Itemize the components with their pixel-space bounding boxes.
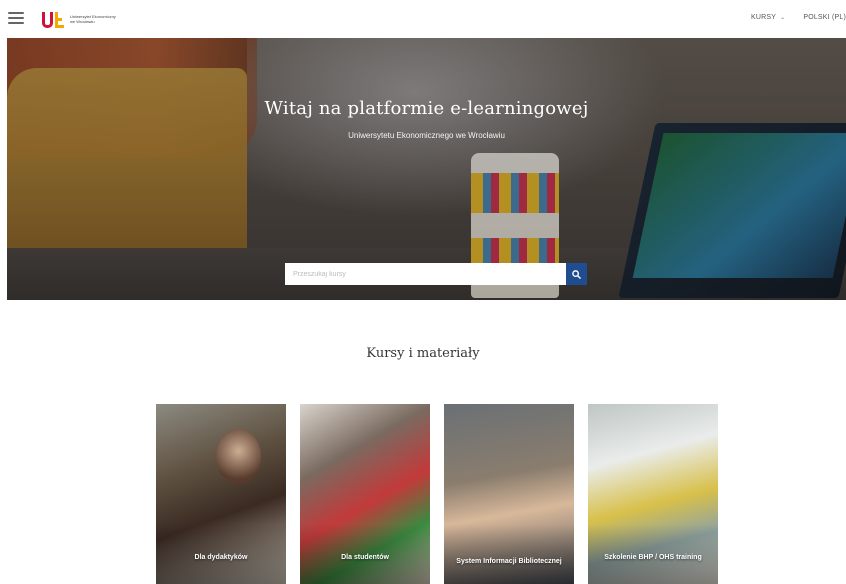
course-search-input[interactable] [285,263,567,285]
ue-logo-mark [42,10,64,28]
nav-courses-dropdown[interactable]: KURSY ⌄ [751,14,785,21]
menu-icon[interactable] [8,12,24,25]
search-button[interactable] [566,263,587,285]
card-label: Dla dydaktyków [194,554,248,561]
top-navbar: Uniwersytet Ekonomiczny we Wrocławiu KUR… [0,0,846,38]
card-library-system[interactable]: System Informacji Bibliotecznej [444,404,574,584]
course-search [285,263,587,285]
section-title: Kursy i materiały [366,346,480,361]
hero-title: Witaj na platformie e-learningowej [264,98,589,119]
card-ohs-training[interactable]: Szkolenie BHP / OHS training [588,404,718,584]
search-icon [572,269,581,279]
course-cards: Dla dydaktyków Dla studentów System Info… [156,404,732,584]
hero-banner: Witaj na platformie e-learningowej Uniwe… [7,38,846,300]
card-label: Dla studentów [341,554,389,561]
chevron-down-icon: ⌄ [780,15,786,21]
card-for-students[interactable]: Dla studentów [300,404,430,584]
card-label: System Informacji Bibliotecznej [456,558,562,565]
language-label: POLSKI (PL) [803,14,846,21]
card-label: Szkolenie BHP / OHS training [604,554,702,561]
card-for-teachers[interactable]: Dla dydaktyków [156,404,286,584]
language-selector[interactable]: POLSKI (PL) [803,14,846,21]
hero-subtitle: Uniwersytetu Ekonomicznego we Wrocławiu [348,131,505,140]
nav-right: KURSY ⌄ POLSKI (PL) [733,14,846,21]
nav-courses-label: KURSY [750,14,777,21]
university-logo[interactable]: Uniwersytet Ekonomiczny we Wrocławiu [42,9,122,29]
logo-text: Uniwersytet Ekonomiczny we Wrocławiu [70,14,116,24]
